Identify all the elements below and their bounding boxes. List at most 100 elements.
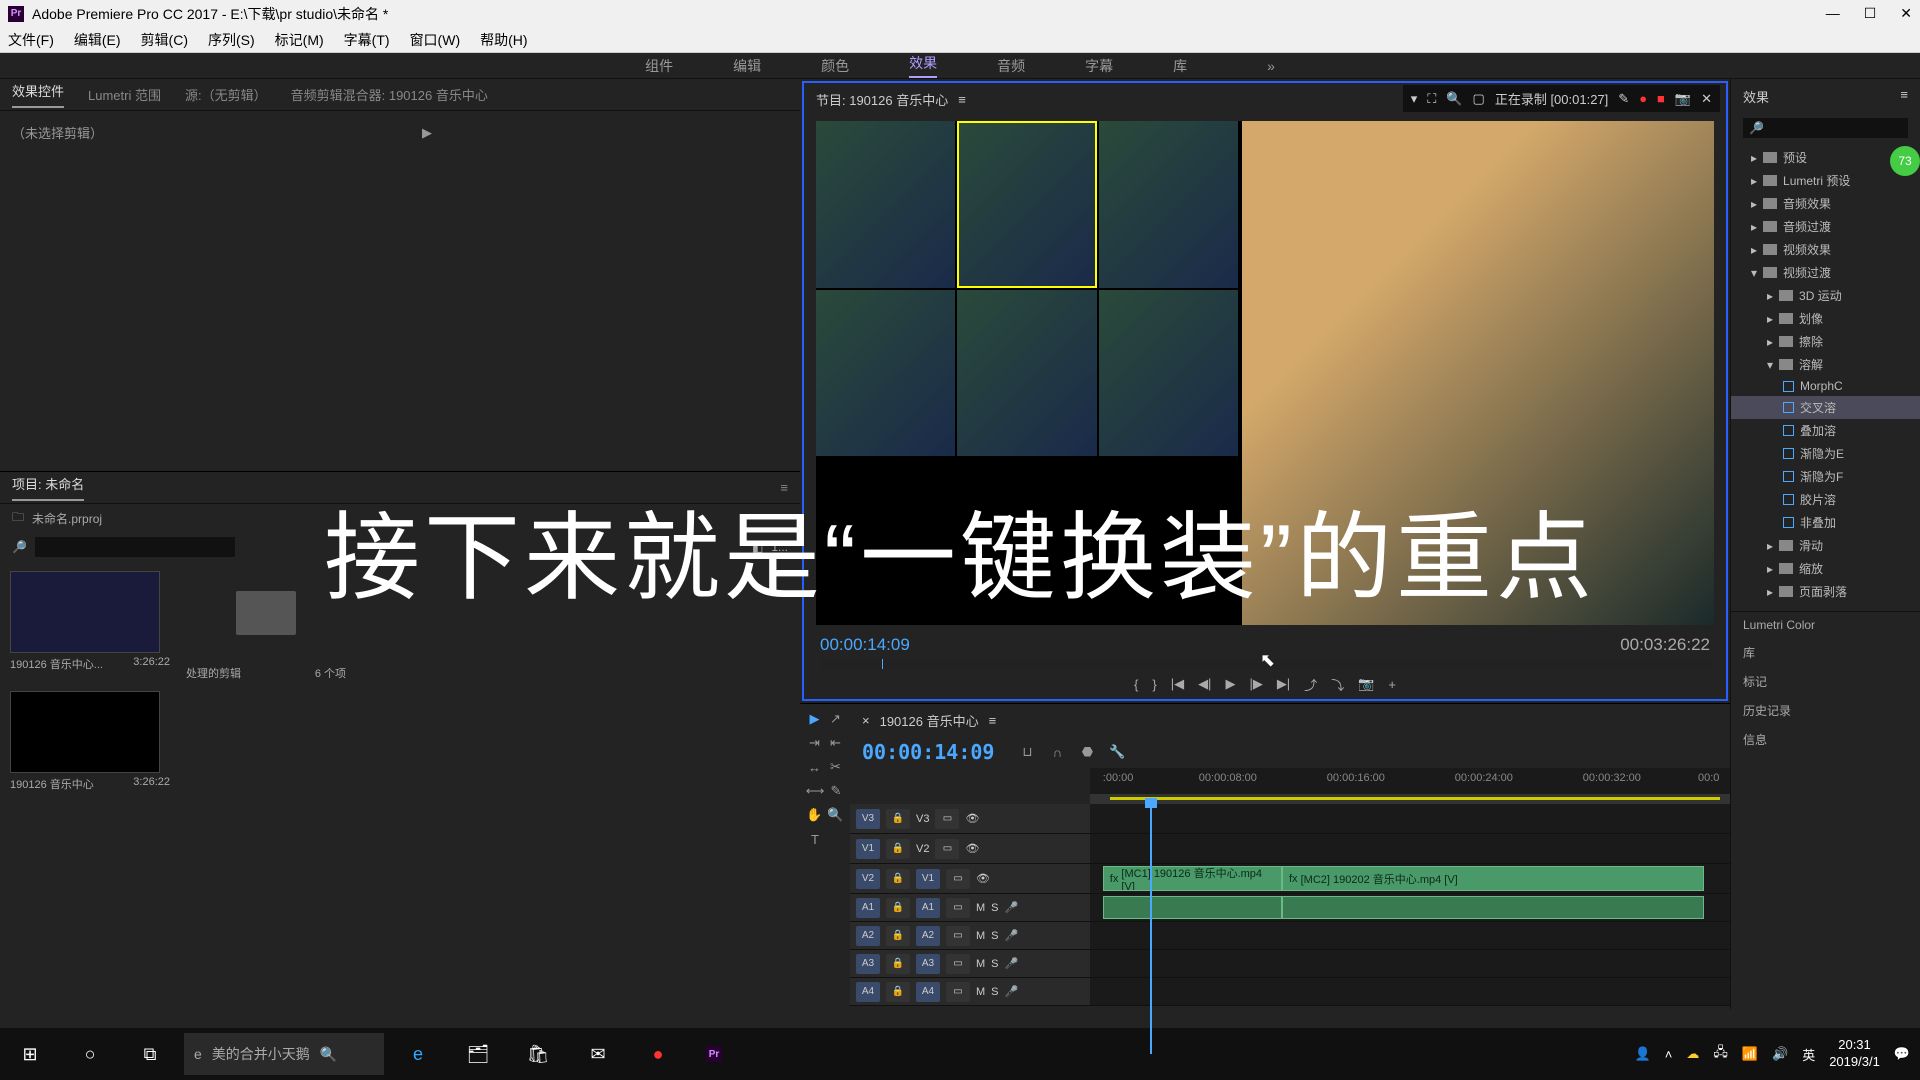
time-ruler[interactable]: :00:00 00:00:08:00 00:00:16:00 00:00:24:… [1090, 768, 1730, 794]
store-app-icon[interactable]: 🛍 [508, 1028, 568, 1080]
fx-folder-item[interactable]: ▾ 溶解 [1731, 353, 1920, 376]
cam-7-empty[interactable] [816, 458, 955, 625]
ws-captions[interactable]: 字幕 [1085, 56, 1113, 76]
taskbar-search[interactable]: e 美的合并小天鹅 🔍 [184, 1033, 384, 1075]
tab-lumetri-scopes[interactable]: Lumetri 范围 [88, 85, 161, 104]
fx-folder-item[interactable]: ▸ 音频效果 [1731, 192, 1920, 215]
bin-item[interactable]: 处理的剪辑6 个项 [186, 571, 346, 681]
selection-tool[interactable]: ▶ [806, 710, 823, 728]
monitor-viewport[interactable] [816, 121, 1714, 625]
mute-button[interactable]: M [976, 958, 985, 970]
fx-folder-item[interactable]: ▸ 滑动 [1731, 534, 1920, 557]
tab-markers[interactable]: 标记 [1731, 667, 1920, 696]
cam-4[interactable] [816, 290, 955, 457]
mute-button[interactable]: M [976, 902, 985, 914]
track-target-a3[interactable]: A3 [856, 954, 880, 974]
fx-preset-item[interactable]: 胶片溶 [1731, 488, 1920, 511]
solo-button[interactable]: S [991, 930, 998, 942]
ws-assembly[interactable]: 组件 [645, 56, 673, 76]
bin-item[interactable]: 190126 音乐中心3:26:22 [10, 691, 170, 792]
cam-6[interactable] [1099, 290, 1238, 457]
rec-stop-button[interactable]: ■ [1657, 91, 1665, 106]
lock-icon[interactable]: 🔒 [886, 954, 910, 974]
menu-title[interactable]: 字幕(T) [344, 30, 390, 50]
toggle-sync-icon[interactable]: ▭ [935, 839, 959, 859]
tray-up-icon[interactable]: ˄ [1665, 1047, 1673, 1062]
volume-icon[interactable]: 🔊 [1772, 1046, 1788, 1062]
menu-file[interactable]: 文件(F) [8, 30, 54, 50]
start-button[interactable]: ⊞ [0, 1028, 60, 1080]
rec-target-icon[interactable]: ▢ [1473, 91, 1485, 107]
fx-preset-item[interactable]: 叠加溶 [1731, 419, 1920, 442]
ws-overflow-button[interactable]: » [1267, 58, 1275, 74]
taskbar-clock[interactable]: 20:31 2019/3/1 [1829, 1037, 1880, 1071]
toggle-sync-icon[interactable]: ▭ [935, 809, 959, 829]
menu-help[interactable]: 帮助(H) [480, 30, 527, 50]
menu-clip[interactable]: 剪辑(C) [141, 30, 188, 50]
fx-folder-item[interactable]: ▸ 页面剥落 [1731, 580, 1920, 603]
ime-indicator[interactable]: 英 [1802, 1045, 1815, 1064]
panel-menu-icon[interactable]: ≡ [1900, 87, 1908, 102]
mic-icon[interactable]: 🎤 [1005, 901, 1019, 914]
sequence-name[interactable]: 190126 音乐中心 [880, 711, 979, 730]
ws-effects[interactable]: 效果 [909, 53, 937, 78]
extract-button[interactable]: ⤵ [1331, 675, 1344, 694]
panel-menu-icon[interactable]: ≡ [780, 480, 788, 495]
maximize-button[interactable]: ☐ [1864, 5, 1877, 22]
fx-folder-item[interactable]: ▸ 音频过渡 [1731, 215, 1920, 238]
mail-app-icon[interactable]: ✉ [568, 1028, 628, 1080]
cam-2-selected[interactable] [957, 121, 1096, 288]
onedrive-icon[interactable]: ☁ [1686, 1046, 1699, 1062]
video-clip[interactable]: fx [MC2] 190202 音乐中心.mp4 [V] [1282, 866, 1704, 891]
pen-tool[interactable]: ✎ [828, 782, 844, 800]
razor-tool[interactable]: ✂ [827, 758, 844, 776]
close-button[interactable]: ✕ [1900, 5, 1912, 22]
expand-icon[interactable]: ▶ [422, 125, 432, 141]
eye-icon[interactable]: 👁 [965, 842, 979, 855]
premiere-app-icon[interactable]: Pr [688, 1028, 748, 1080]
rec-edit-icon[interactable]: ✎ [1618, 91, 1629, 107]
playhead[interactable] [1150, 804, 1152, 1054]
work-area-bar[interactable] [1090, 794, 1730, 804]
zoom-tool[interactable]: 🔍 [827, 806, 844, 824]
track-target-v2[interactable]: V2 [856, 869, 880, 889]
menu-sequence[interactable]: 序列(S) [208, 30, 255, 50]
edge-app-icon[interactable]: e [388, 1028, 448, 1080]
fx-preset-item[interactable]: 非叠加 [1731, 511, 1920, 534]
snap-button[interactable]: ⊔ [1018, 743, 1036, 761]
lock-icon[interactable]: 🔒 [886, 839, 910, 859]
program-tc-left[interactable]: 00:00:14:09 [820, 635, 910, 655]
mini-playhead[interactable] [882, 659, 883, 669]
export-frame-button[interactable]: 📷 [1358, 676, 1374, 692]
cam-1[interactable] [816, 121, 955, 288]
linked-sel-button[interactable]: ∩ [1048, 743, 1066, 761]
people-icon[interactable]: 👤 [1635, 1046, 1651, 1062]
minimize-button[interactable]: — [1826, 5, 1840, 22]
cam-9-empty[interactable] [1099, 458, 1238, 625]
audio-clip[interactable] [1103, 896, 1282, 919]
marker-button[interactable]: ⬣ [1078, 743, 1096, 761]
mute-button[interactable]: M [976, 930, 985, 942]
tab-source[interactable]: 源:（无剪辑） [185, 85, 267, 104]
go-out-button[interactable]: ▶| [1277, 676, 1290, 692]
cc-badge[interactable]: 73 [1890, 146, 1920, 176]
audio-clip[interactable] [1282, 896, 1704, 919]
tab-info[interactable]: 信息 [1731, 725, 1920, 754]
eye-icon[interactable]: 👁 [976, 872, 990, 885]
type-tool[interactable]: T [806, 830, 824, 848]
mic-icon[interactable]: 🎤 [1005, 985, 1019, 998]
tab-project[interactable]: 项目: 未命名 [12, 474, 84, 501]
mic-icon[interactable]: 🎤 [1005, 957, 1019, 970]
cam-5[interactable] [957, 290, 1096, 457]
lift-button[interactable]: ⤴ [1304, 675, 1317, 694]
fx-folder-item[interactable]: ▸ 视频效果 [1731, 238, 1920, 261]
fx-folder-item[interactable]: ▸ 划像 [1731, 307, 1920, 330]
eye-icon[interactable]: 👁 [965, 812, 979, 825]
rec-camera-icon[interactable]: 📷 [1675, 91, 1691, 107]
recorder-app-icon[interactable]: ● [628, 1028, 688, 1080]
video-clip[interactable]: fx [MC1] 190126 音乐中心.mp4 [V] [1103, 866, 1282, 891]
mute-button[interactable]: M [976, 986, 985, 998]
effects-search-input[interactable] [1743, 118, 1908, 138]
fx-preset-item[interactable]: MorphC [1731, 376, 1920, 396]
tab-audio-mixer[interactable]: 音频剪辑混合器: 190126 音乐中心 [291, 85, 488, 104]
